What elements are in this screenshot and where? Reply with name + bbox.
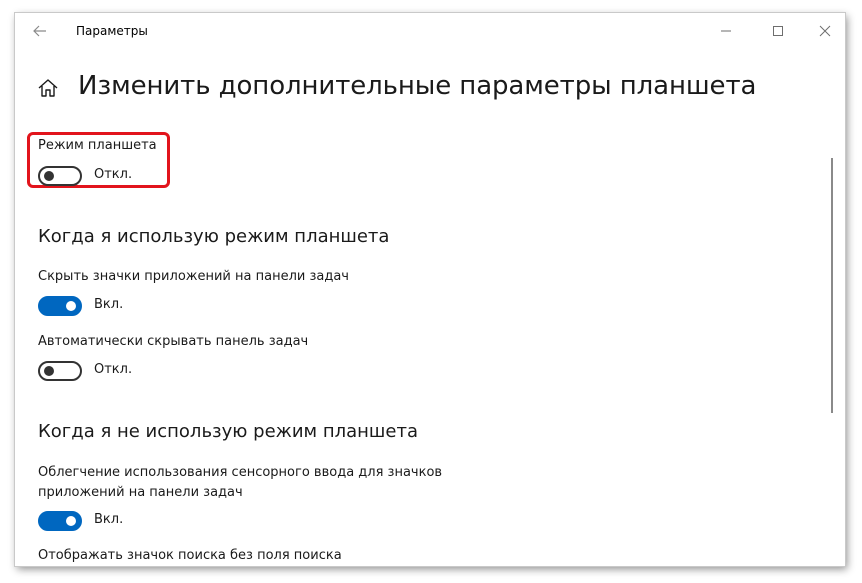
back-button[interactable] xyxy=(25,19,53,43)
tablet-mode-state: Откл. xyxy=(94,167,133,182)
tablet-mode-label: Режим планшета xyxy=(38,138,157,153)
back-arrow-icon xyxy=(33,25,46,37)
minimize-icon xyxy=(721,30,731,32)
scrollbar[interactable] xyxy=(831,158,833,413)
toggle-knob xyxy=(44,366,54,376)
section-title-in-tablet: Когда я использую режим планшета xyxy=(38,226,390,247)
section-title-not-tablet: Когда я не использую режим планшета xyxy=(38,421,418,442)
touch-ease-label-line1: Облегчение использования сенсорного ввод… xyxy=(38,465,443,480)
tablet-mode-toggle[interactable] xyxy=(38,166,82,186)
close-button[interactable] xyxy=(808,19,842,43)
touch-ease-label-line2: приложений на панели задач xyxy=(38,485,243,500)
home-button[interactable] xyxy=(37,77,59,99)
toggle-knob xyxy=(66,301,76,311)
settings-window: Параметры Изменить дополнительные параме… xyxy=(15,13,845,566)
hide-app-icons-toggle[interactable] xyxy=(38,296,82,316)
home-icon xyxy=(38,79,58,97)
page-title: Изменить дополнительные параметры планше… xyxy=(78,71,757,101)
close-icon xyxy=(819,25,831,37)
auto-hide-taskbar-state: Откл. xyxy=(94,362,133,377)
maximize-button[interactable] xyxy=(761,19,795,43)
title-bar: Параметры xyxy=(15,13,845,49)
hide-app-icons-label: Скрыть значки приложений на панели задач xyxy=(38,269,349,284)
toggle-knob xyxy=(44,171,54,181)
minimize-button[interactable] xyxy=(709,19,743,43)
auto-hide-taskbar-label: Автоматически скрывать панель задач xyxy=(38,334,309,349)
touch-ease-toggle[interactable] xyxy=(38,511,82,531)
touch-ease-state: Вкл. xyxy=(94,512,124,527)
hide-app-icons-state: Вкл. xyxy=(94,297,124,312)
search-icon-label: Отображать значок поиска без поля поиска xyxy=(38,548,342,563)
app-title: Параметры xyxy=(76,24,148,38)
maximize-icon xyxy=(773,26,783,36)
auto-hide-taskbar-toggle[interactable] xyxy=(38,361,82,381)
toggle-knob xyxy=(66,516,76,526)
